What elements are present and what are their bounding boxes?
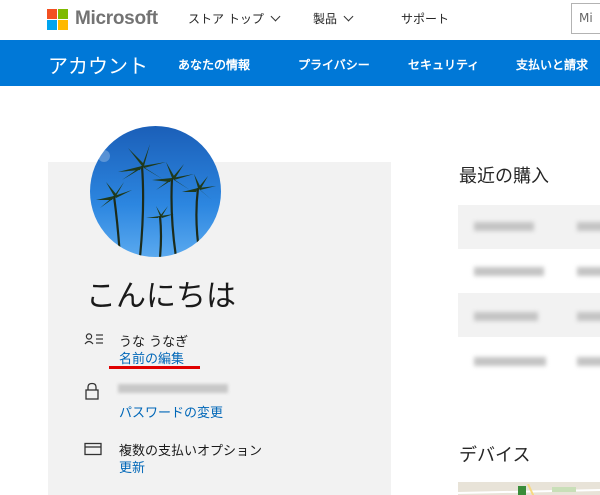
nav-support[interactable]: サポート <box>401 10 449 27</box>
recent-purchases-heading: 最近の購入 <box>459 166 549 187</box>
microsoft-logo[interactable]: Microsoft <box>47 8 158 30</box>
contact-card-icon <box>84 333 103 345</box>
redacted-purchase <box>577 312 600 321</box>
tab-payment-billing[interactable]: 支払いと請求 <box>516 56 588 73</box>
search-input[interactable]: Mi <box>571 3 600 34</box>
nav-store-top-label: ストア トップ <box>188 12 264 26</box>
redacted-purchase <box>577 357 600 366</box>
redacted-email <box>118 384 228 393</box>
map-image <box>458 483 600 495</box>
nav-support-label: サポート <box>401 12 450 26</box>
credit-card-icon <box>84 442 102 456</box>
redacted-purchase <box>474 222 534 231</box>
device-map-thumbnail[interactable] <box>458 482 600 495</box>
red-underline-annotation <box>109 366 200 369</box>
devices-heading: デバイス <box>459 445 531 466</box>
chevron-down-icon <box>270 11 281 22</box>
brand-name: Microsoft <box>75 8 158 29</box>
account-navigation-bar: アカウント あなたの情報 プライバシー セキュリティ 支払いと請求 <box>0 40 600 86</box>
search-input-text: Mi <box>579 11 593 25</box>
redacted-purchase <box>577 222 600 231</box>
redacted-purchase <box>577 267 600 276</box>
nav-products[interactable]: 製品 <box>313 10 354 27</box>
edit-name-link[interactable]: 名前の編集 <box>119 348 184 367</box>
nav-store-top[interactable]: ストア トップ <box>188 10 281 27</box>
redacted-purchase <box>474 267 544 276</box>
change-password-link[interactable]: パスワードの変更 <box>119 402 223 421</box>
top-navigation-bar: Microsoft ストア トップ 製品 サポート Mi <box>0 0 600 40</box>
lock-icon <box>85 382 99 400</box>
microsoft-logo-icon <box>47 8 68 30</box>
redacted-purchase <box>474 312 538 321</box>
nav-products-label: 製品 <box>313 12 338 26</box>
chevron-down-icon <box>343 11 354 22</box>
redacted-purchase <box>474 357 546 366</box>
account-title[interactable]: アカウント <box>48 50 148 79</box>
update-link[interactable]: 更新 <box>119 457 145 476</box>
avatar[interactable] <box>90 126 221 257</box>
tab-security[interactable]: セキュリティ <box>408 56 479 73</box>
palm-tree-avatar-image <box>90 126 221 257</box>
tab-your-info[interactable]: あなたの情報 <box>178 56 250 73</box>
tab-privacy[interactable]: プライバシー <box>298 56 370 73</box>
greeting-heading: こんにちは <box>86 279 236 314</box>
